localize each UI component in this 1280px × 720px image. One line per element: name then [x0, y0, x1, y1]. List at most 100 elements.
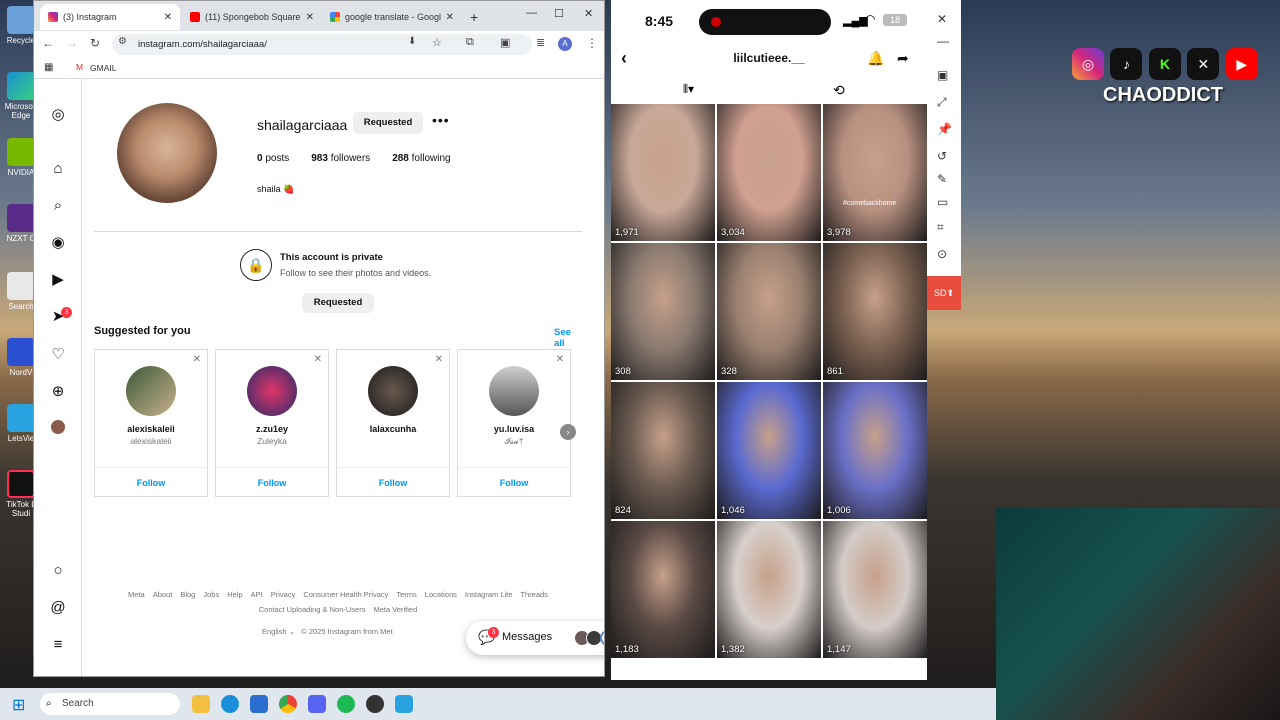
- share-icon[interactable]: ➦: [897, 40, 909, 76]
- apps-grid-icon[interactable]: ▦: [44, 62, 53, 73]
- home-icon[interactable]: ⌂: [48, 159, 68, 179]
- close-icon[interactable]: ✕: [937, 12, 947, 26]
- video-tile[interactable]: 308: [611, 243, 715, 380]
- suggestion-avatar[interactable]: [489, 366, 539, 416]
- install-app-icon[interactable]: ⬇: [408, 36, 416, 47]
- heart-icon[interactable]: ♡: [48, 345, 68, 365]
- footer-link[interactable]: About: [153, 590, 173, 599]
- fullscreen-icon[interactable]: ⤢: [937, 95, 947, 110]
- close-tab-icon[interactable]: ✕: [446, 12, 454, 23]
- follow-button[interactable]: Follow: [337, 478, 449, 488]
- profile-avatar-icon[interactable]: [51, 420, 65, 434]
- video-tile[interactable]: 1,971: [611, 104, 715, 241]
- suggestion-username[interactable]: yu.luv.isa: [458, 424, 570, 434]
- panel-icon[interactable]: ▭: [937, 195, 948, 209]
- chrome-icon[interactable]: [279, 695, 297, 713]
- follow-button[interactable]: Follow: [95, 478, 207, 488]
- explore-icon[interactable]: ◉: [48, 233, 68, 253]
- tab-instagram[interactable]: (3) Instagram ✕: [40, 4, 180, 30]
- new-tab-button[interactable]: +: [462, 4, 486, 30]
- browser-menu-icon[interactable]: ⋮: [586, 36, 598, 50]
- extensions-icon[interactable]: ⧉: [466, 36, 474, 49]
- dismiss-icon[interactable]: ✕: [435, 354, 443, 365]
- minimize-icon[interactable]: —: [937, 34, 949, 48]
- video-tile[interactable]: 1,006: [823, 382, 927, 519]
- letsview-icon[interactable]: [395, 695, 413, 713]
- video-tile[interactable]: 1,046: [717, 382, 821, 519]
- spotify-icon[interactable]: [337, 695, 355, 713]
- more-options-icon[interactable]: •••: [432, 112, 450, 128]
- footer-link[interactable]: Jobs: [203, 590, 219, 599]
- chevron-right-icon[interactable]: ›: [560, 424, 576, 440]
- footer-link[interactable]: Locations: [425, 590, 457, 599]
- suggestion-avatar[interactable]: [126, 366, 176, 416]
- media-icon[interactable]: ≣: [536, 36, 545, 49]
- suggestion-avatar[interactable]: [247, 366, 297, 416]
- video-tile[interactable]: 861: [823, 243, 927, 380]
- tab-youtube[interactable]: (11) Spongebob Squarep ✕: [182, 4, 322, 30]
- tab-google-translate[interactable]: google translate - Google ✕: [322, 4, 462, 30]
- video-tile[interactable]: 1,382: [717, 521, 821, 658]
- taskbar-search[interactable]: Search: [40, 693, 180, 715]
- video-tile[interactable]: 824: [611, 382, 715, 519]
- bell-icon[interactable]: 🔔: [867, 40, 884, 76]
- discord-icon[interactable]: [308, 695, 326, 713]
- dismiss-icon[interactable]: ✕: [556, 354, 564, 365]
- footer-link[interactable]: Help: [227, 590, 242, 599]
- site-info-icon[interactable]: ⚙: [118, 36, 127, 47]
- threads-circle-icon[interactable]: ○: [48, 561, 68, 581]
- footer-link[interactable]: Terms: [396, 590, 416, 599]
- create-icon[interactable]: ⊕: [48, 382, 68, 402]
- following-stat[interactable]: 288 following: [392, 153, 450, 164]
- messages-pill[interactable]: 💬 3 Messages: [466, 621, 604, 655]
- see-all-link[interactable]: See all: [554, 327, 582, 349]
- requested-button[interactable]: Requested: [353, 112, 423, 134]
- footer-link[interactable]: Meta: [128, 590, 145, 599]
- close-window-icon[interactable]: ✕: [584, 7, 593, 20]
- search-icon[interactable]: ⌕: [48, 196, 68, 216]
- reels-icon[interactable]: ▶: [48, 270, 68, 290]
- video-tile[interactable]: 1,147: [823, 521, 927, 658]
- close-tab-icon[interactable]: ✕: [306, 12, 314, 23]
- dismiss-icon[interactable]: ✕: [193, 354, 201, 365]
- maximize-icon[interactable]: ☐: [554, 7, 564, 20]
- bookmark-gmail[interactable]: GMAIL: [90, 63, 116, 73]
- footer-link[interactable]: Blog: [180, 590, 195, 599]
- footer-link[interactable]: Instagram Lite: [465, 590, 513, 599]
- back-chevron-icon[interactable]: ‹: [621, 40, 627, 76]
- threads-icon[interactable]: @: [48, 598, 68, 618]
- video-tile[interactable]: 3,978 #comebackhome: [823, 104, 927, 241]
- instagram-logo-icon[interactable]: ◎: [48, 105, 68, 125]
- hamburger-menu-icon[interactable]: ≡: [48, 635, 68, 655]
- footer-link[interactable]: Threads: [520, 590, 548, 599]
- reload-icon[interactable]: ↻: [90, 36, 100, 50]
- reposts-tab-icon[interactable]: ⟲: [833, 82, 845, 99]
- windows-start-icon[interactable]: ⊞: [12, 695, 25, 715]
- video-tile[interactable]: 1,183: [611, 521, 715, 658]
- footer-link[interactable]: Contact Uploading & Non-Users: [259, 605, 366, 614]
- suggestion-avatar[interactable]: [368, 366, 418, 416]
- record-icon[interactable]: ⊙: [937, 247, 947, 261]
- minimize-icon[interactable]: —: [526, 7, 537, 19]
- screen-record-icon[interactable]: ▣: [937, 68, 948, 82]
- videos-tab-icon[interactable]: ⫴▾: [683, 82, 694, 97]
- suggestion-username[interactable]: z.zu1ey: [216, 424, 328, 434]
- rotate-icon[interactable]: ↺: [937, 149, 947, 163]
- video-tile[interactable]: 3,034: [717, 104, 821, 241]
- close-tab-icon[interactable]: ✕: [164, 12, 172, 23]
- footer-link[interactable]: Meta Verified: [373, 605, 417, 614]
- file-explorer-icon[interactable]: [192, 695, 210, 713]
- pen-icon[interactable]: ✎: [937, 172, 947, 186]
- requested-button-secondary[interactable]: Requested: [302, 293, 374, 313]
- obs-icon[interactable]: [366, 695, 384, 713]
- sd-quality-button[interactable]: SD⬆: [927, 276, 961, 310]
- footer-link[interactable]: API: [251, 590, 263, 599]
- crop-icon[interactable]: ⌗: [937, 220, 944, 235]
- suggestion-username[interactable]: alexiskaleii: [95, 424, 207, 434]
- follow-button[interactable]: Follow: [216, 478, 328, 488]
- suggestion-username[interactable]: lalaxcunha: [337, 424, 449, 434]
- footer-link[interactable]: Privacy: [271, 590, 296, 599]
- pin-icon[interactable]: 📌: [937, 122, 952, 136]
- footer-link[interactable]: Consumer Health Privacy: [303, 590, 388, 599]
- forward-icon[interactable]: →: [66, 36, 78, 50]
